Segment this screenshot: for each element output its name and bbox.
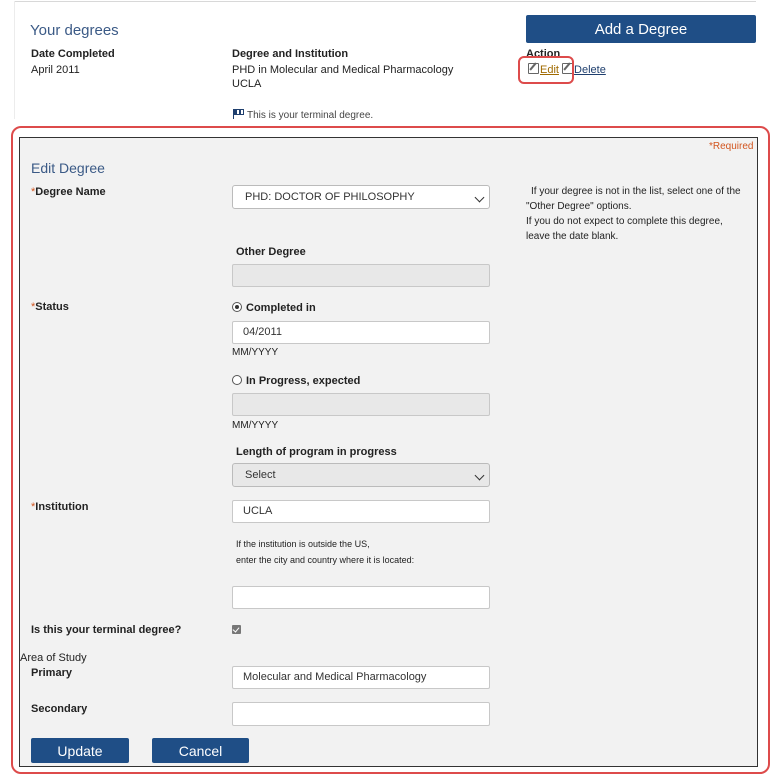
status-label: *Status bbox=[31, 301, 69, 313]
institution-note-1: If the institution is outside the US, bbox=[236, 539, 370, 549]
expected-date-format: MM/YYYY bbox=[232, 420, 279, 431]
expected-date-input[interactable] bbox=[232, 393, 490, 416]
other-degree-label: Other Degree bbox=[236, 246, 306, 258]
form-title: Edit Degree bbox=[31, 160, 105, 176]
terminal-degree-checkbox[interactable] bbox=[232, 625, 241, 634]
completed-date-format: MM/YYYY bbox=[232, 347, 279, 358]
row-institution: UCLA bbox=[232, 78, 262, 90]
top-divider bbox=[14, 1, 756, 2]
section-title: Your degrees bbox=[30, 22, 119, 39]
terminal-degree-label: Is this your terminal degree? bbox=[31, 624, 182, 636]
in-progress-radio[interactable] bbox=[232, 375, 242, 385]
update-button[interactable]: Update bbox=[31, 738, 129, 763]
help-text-4: leave the date blank. bbox=[526, 231, 619, 242]
area-of-study-label: Area of Study bbox=[20, 652, 87, 664]
chevron-down-icon bbox=[474, 470, 485, 481]
length-select[interactable]: Select bbox=[232, 463, 490, 487]
add-degree-button[interactable]: Add a Degree bbox=[526, 15, 756, 43]
flag-icon bbox=[232, 109, 245, 119]
cancel-button[interactable]: Cancel bbox=[152, 738, 249, 763]
help-text-3: If you do not expect to complete this de… bbox=[526, 216, 723, 227]
institution-label: *Institution bbox=[31, 501, 89, 513]
help-text-1: If your degree is not in the list, selec… bbox=[531, 186, 741, 197]
chevron-down-icon bbox=[474, 192, 485, 203]
institution-note-2: enter the city and country where it is l… bbox=[236, 555, 415, 565]
completed-date-input[interactable]: 04/2011 bbox=[232, 321, 490, 344]
header-degree-institution: Degree and Institution bbox=[232, 48, 349, 60]
row-degree: PHD in Molecular and Medical Pharmacolog… bbox=[232, 64, 454, 76]
terminal-note: This is your terminal degree. bbox=[232, 109, 373, 121]
secondary-input[interactable] bbox=[232, 702, 490, 726]
left-divider bbox=[14, 1, 15, 119]
edit-highlight bbox=[518, 56, 574, 84]
completed-radio-option[interactable]: Completed in bbox=[232, 302, 316, 314]
primary-input[interactable]: Molecular and Medical Pharmacology bbox=[232, 666, 490, 689]
institution-input[interactable]: UCLA bbox=[232, 500, 490, 523]
row-date: April 2011 bbox=[31, 64, 80, 76]
degree-name-label: *Degree Name bbox=[31, 186, 106, 198]
completed-radio[interactable] bbox=[232, 302, 242, 312]
required-note: *Required bbox=[709, 141, 754, 152]
length-label: Length of program in progress bbox=[236, 446, 397, 458]
secondary-label: Secondary bbox=[31, 703, 88, 715]
in-progress-radio-option[interactable]: In Progress, expected bbox=[232, 375, 360, 387]
help-text-2: "Other Degree" options. bbox=[526, 201, 632, 212]
institution-location-input[interactable] bbox=[232, 586, 490, 609]
other-degree-input[interactable] bbox=[232, 264, 490, 287]
degree-name-select[interactable]: PHD: DOCTOR OF PHILOSOPHY bbox=[232, 185, 490, 209]
header-date-completed: Date Completed bbox=[31, 48, 115, 60]
primary-label: Primary bbox=[31, 667, 72, 679]
